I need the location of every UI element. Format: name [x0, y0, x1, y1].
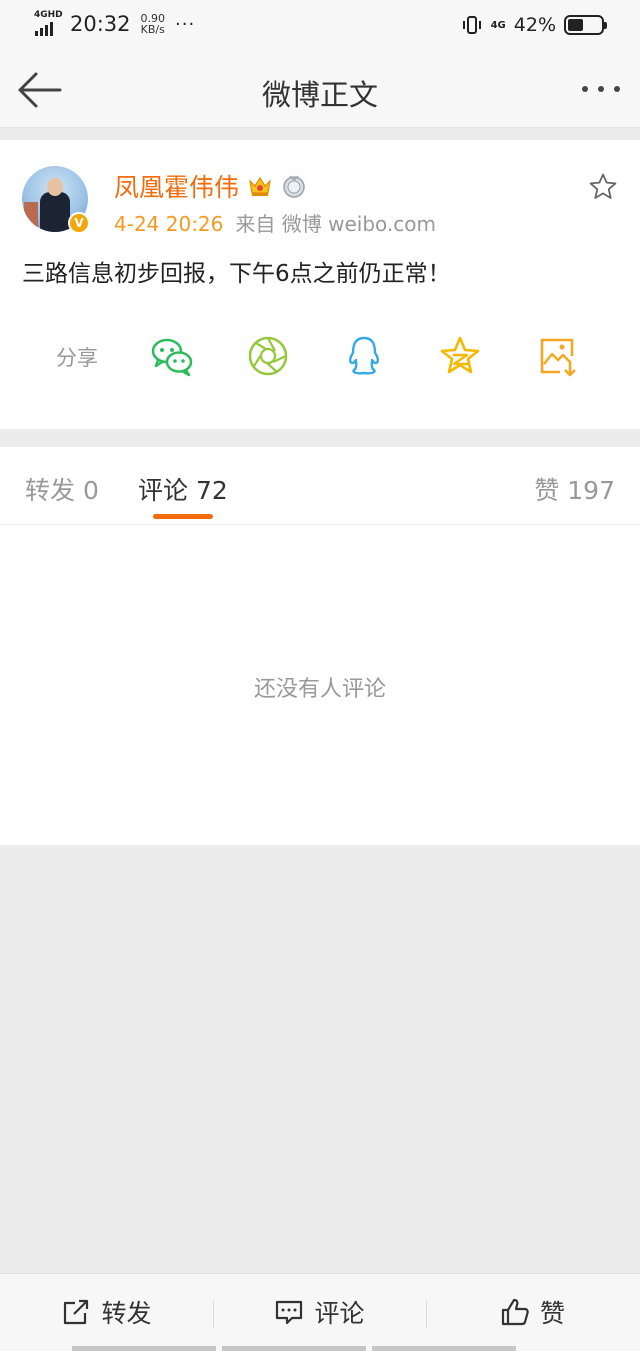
vibrate-icon: [462, 16, 481, 34]
tab-bar: 转发 0 评论 72 赞 197: [0, 447, 640, 525]
qzone-icon[interactable]: [438, 334, 482, 378]
nav-bar: 微博正文: [0, 52, 640, 128]
save-image-icon[interactable]: [536, 334, 580, 378]
crown-icon: [249, 176, 271, 196]
moments-icon[interactable]: [246, 334, 290, 378]
tab-comment[interactable]: 评论 72: [138, 471, 228, 507]
more-button[interactable]: [576, 74, 626, 104]
active-tab-indicator: [153, 514, 213, 519]
page-indicator: [72, 1346, 516, 1351]
favorite-star-icon[interactable]: [588, 172, 618, 202]
clock: 20:32: [70, 12, 131, 36]
post-content: 三路信息初步回报，下午6点之前仍正常！: [22, 261, 451, 287]
repost-button[interactable]: 转发: [0, 1274, 213, 1350]
author-name[interactable]: 凤凰霍伟伟: [114, 168, 239, 204]
comment-icon: [276, 1300, 303, 1325]
like-label: 赞: [539, 1299, 565, 1328]
network-label: 4GHD: [34, 10, 63, 20]
share-label: 分享: [56, 346, 98, 370]
battery-icon: [564, 15, 607, 35]
post-time: 4-24 20:26: [114, 212, 224, 236]
network-4g-label: 4G: [490, 19, 506, 31]
verified-badge-icon: V: [68, 212, 90, 234]
post-card: V 凤凰霍伟伟 4-24 20:26 来自 微博 weibo.com 三路信息初步…: [0, 140, 640, 429]
signal-icon: 4GHD: [34, 10, 63, 36]
empty-comments-message: 还没有人评论: [253, 677, 386, 702]
thumbs-up-icon: [501, 1298, 529, 1326]
bottom-action-bar: 转发 评论 赞: [0, 1273, 640, 1351]
interaction-panel: 转发 0 评论 72 赞 197 还没有人评论: [0, 447, 640, 845]
battery-percent: 42%: [513, 14, 556, 36]
qq-icon[interactable]: [342, 334, 386, 378]
comment-label: 评论: [314, 1299, 365, 1328]
wechat-icon[interactable]: [150, 334, 194, 378]
author-row: 凤凰霍伟伟: [114, 168, 307, 204]
medal-icon: [283, 175, 305, 198]
repost-icon: [64, 1299, 89, 1325]
post-meta: 4-24 20:26 来自 微博 weibo.com: [114, 208, 436, 237]
post-source: 来自 微博 weibo.com: [235, 212, 436, 236]
tab-repost[interactable]: 转发 0: [25, 471, 99, 507]
tab-like[interactable]: 赞 197: [534, 471, 615, 507]
status-bar: 4GHD 20:32 0.90 KB/s ··· 4G 42%: [0, 0, 640, 52]
repost-label: 转发: [101, 1299, 152, 1328]
network-speed: 0.90 KB/s: [140, 12, 166, 36]
comment-button[interactable]: 评论: [213, 1274, 426, 1350]
like-button[interactable]: 赞: [426, 1274, 639, 1350]
more-dots-icon: [582, 86, 588, 92]
share-row: 分享: [0, 330, 640, 382]
page-title: 微博正文: [261, 78, 378, 112]
status-more-icon: ···: [175, 13, 196, 35]
